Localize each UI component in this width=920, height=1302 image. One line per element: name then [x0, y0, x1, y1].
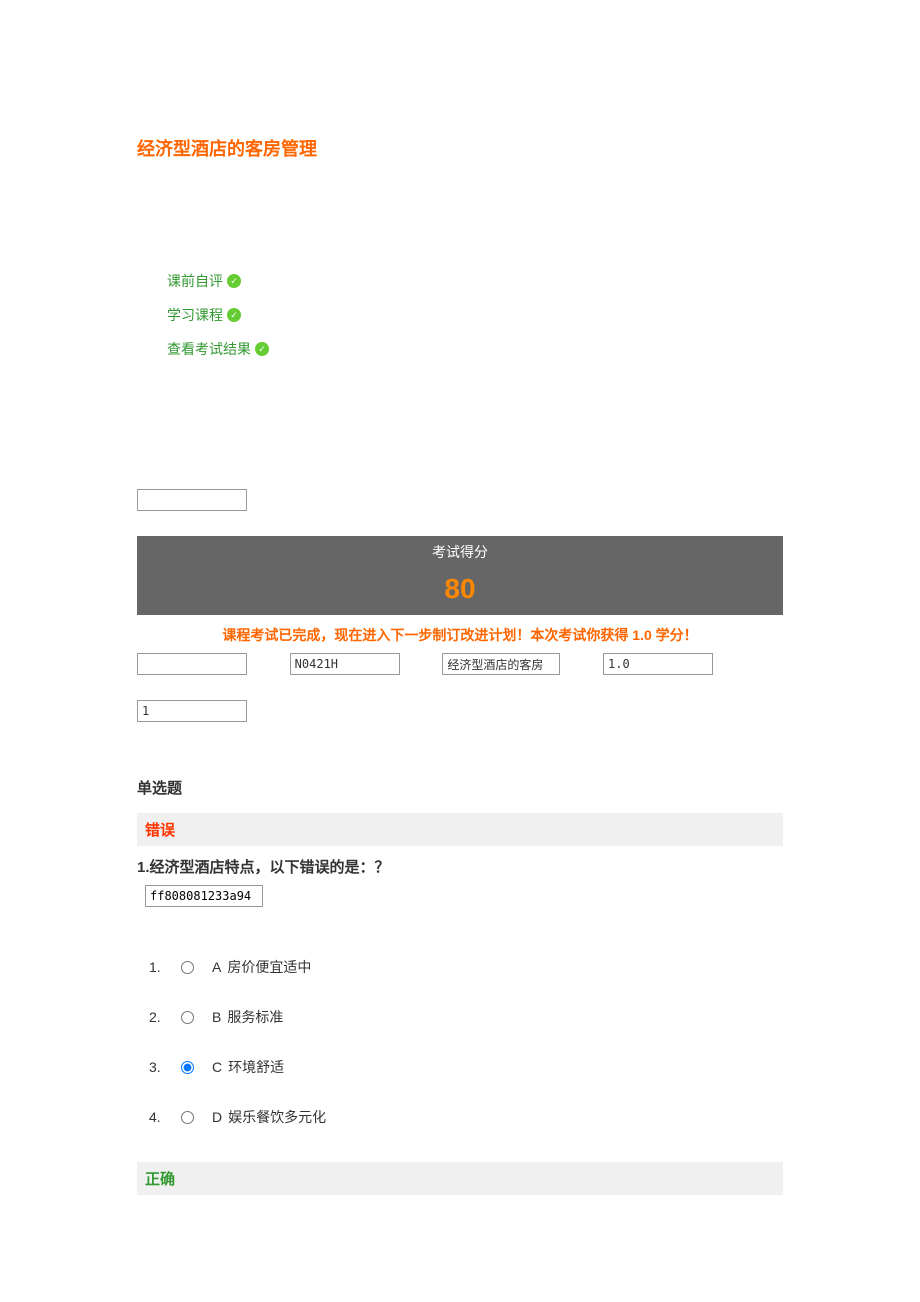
option-text: 服务标准 [227, 1007, 283, 1027]
nav-label: 学习课程 [167, 305, 223, 325]
number-input[interactable] [137, 700, 247, 722]
info-row [137, 653, 783, 675]
nav-pre-assessment[interactable]: 课前自评 ✓ [167, 271, 783, 291]
nav-study-course[interactable]: 学习课程 ✓ [167, 305, 783, 325]
status-wrong-label: 错误 [145, 822, 175, 839]
question-id-input[interactable] [145, 885, 263, 907]
check-icon: ✓ [255, 342, 269, 356]
option-a[interactable]: 1. A 房价便宜适中 [149, 957, 783, 977]
option-number: 3. [149, 1059, 175, 1075]
check-icon: ✓ [227, 308, 241, 322]
credit-input[interactable] [603, 653, 713, 675]
check-icon: ✓ [227, 274, 241, 288]
question-1-text: 1.经济型酒店特点，以下错误的是：？ [137, 846, 783, 885]
option-text: 娱乐餐饮多元化 [228, 1107, 326, 1127]
info-empty[interactable] [137, 653, 247, 675]
option-number: 1. [149, 959, 175, 975]
nav-view-results[interactable]: 查看考试结果 ✓ [167, 339, 783, 359]
completion-message: 课程考试已完成，现在进入下一步制订改进计划！本次考试你获得 1.0 学分！ [137, 615, 783, 653]
option-b[interactable]: 2. B 服务标准 [149, 1007, 783, 1027]
nav-label: 查看考试结果 [167, 339, 251, 359]
radio-option-b[interactable] [181, 1011, 194, 1024]
option-number: 4. [149, 1109, 175, 1125]
course-code-input[interactable] [290, 653, 400, 675]
option-text: 房价便宜适中 [227, 957, 311, 977]
score-header: 考试得分 [137, 536, 783, 568]
score-number: 80 [444, 573, 475, 604]
radio-option-c[interactable] [181, 1061, 194, 1074]
option-letter: C [212, 1059, 222, 1075]
radio-option-a[interactable] [181, 961, 194, 974]
radio-option-d[interactable] [181, 1111, 194, 1124]
option-text: 环境舒适 [228, 1057, 284, 1077]
option-letter: D [212, 1109, 222, 1125]
option-letter: A [212, 959, 221, 975]
q1-status-bar: 错误 [137, 813, 783, 846]
course-name-input[interactable] [442, 653, 560, 675]
section-title-single-choice: 单选题 [137, 777, 783, 798]
option-letter: B [212, 1009, 221, 1025]
page-title: 经济型酒店的客房管理 [137, 135, 783, 161]
q2-status-bar: 正确 [137, 1162, 783, 1195]
status-correct-label: 正确 [145, 1171, 175, 1188]
empty-input[interactable] [137, 489, 247, 511]
nav-list: 课前自评 ✓ 学习课程 ✓ 查看考试结果 ✓ [137, 271, 783, 359]
option-d[interactable]: 4. D 娱乐餐饮多元化 [149, 1107, 783, 1127]
score-value-row: 80 [137, 568, 783, 615]
option-c[interactable]: 3. C 环境舒适 [149, 1057, 783, 1077]
options-list: 1. A 房价便宜适中 2. B 服务标准 3. C 环境舒适 4. D 娱乐餐… [137, 957, 783, 1127]
option-number: 2. [149, 1009, 175, 1025]
nav-label: 课前自评 [167, 271, 223, 291]
